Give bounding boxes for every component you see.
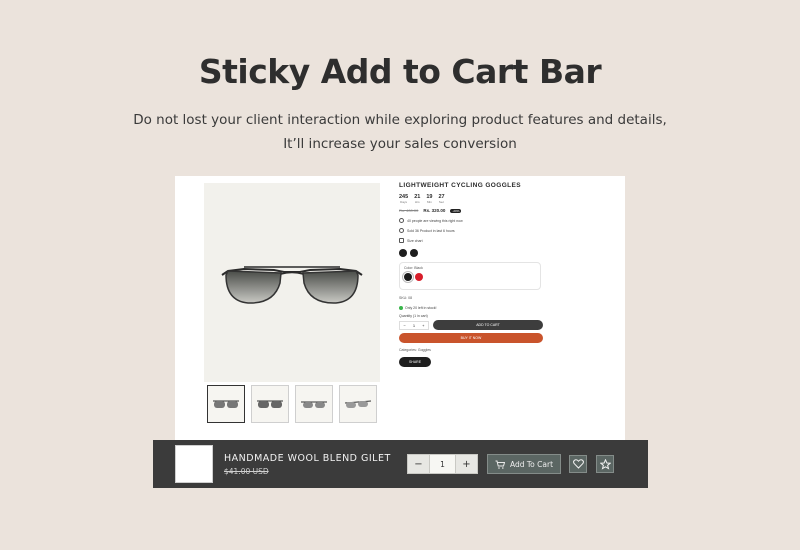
- heart-icon: [572, 459, 584, 469]
- sunglasses-image: [221, 266, 363, 304]
- old-price: Rs. 400.00: [399, 208, 419, 213]
- minus-icon: −: [403, 322, 406, 328]
- stock-notice: Only 20 left in stock!: [399, 306, 543, 310]
- star-icon: [599, 458, 611, 470]
- cart-icon: [495, 460, 505, 469]
- hero-title: Sticky Add to Cart Bar: [198, 52, 602, 91]
- sticky-product-thumbnail: [175, 445, 213, 483]
- sticky-add-to-cart-button[interactable]: Add To Cart: [487, 454, 561, 474]
- variant-swatch-2[interactable]: [410, 249, 418, 257]
- variant-swatches: [399, 249, 543, 257]
- color-selector: Color: Black: [399, 262, 541, 290]
- buy-now-button[interactable]: BUY IT NOW: [399, 333, 543, 343]
- thumbnail-strip: [207, 385, 377, 423]
- ruler-icon: [399, 238, 404, 243]
- thumbnail-2[interactable]: [251, 385, 289, 423]
- add-to-cart-button[interactable]: ADD TO CART: [433, 320, 543, 330]
- discount-badge: -20%: [450, 208, 462, 213]
- in-stock-dot-icon: [399, 306, 403, 310]
- color-swatch-red[interactable]: [415, 273, 423, 281]
- sticky-product-price: $41.00 USD: [224, 466, 269, 476]
- quantity-stepper[interactable]: −1 +: [399, 320, 429, 330]
- sticky-product-title: HANDMADE WOOL BLEND GILET: [224, 452, 391, 464]
- sticky-add-to-cart-bar: HANDMADE WOOL BLEND GILET $41.00 USD − 1…: [153, 440, 648, 488]
- sale-price: Rs. 320.00: [423, 208, 446, 213]
- sku: SKU: 08: [399, 296, 413, 300]
- quantity-value[interactable]: 1: [430, 454, 455, 474]
- share-button[interactable]: SHARE: [399, 357, 431, 367]
- viewers-notice: 40 people are viewing this right now: [399, 218, 543, 223]
- categories: Categories: Goggles: [399, 348, 431, 352]
- hero-subtitle-line2: It’ll increase your sales conversion: [283, 136, 517, 152]
- thumbnail-1[interactable]: [207, 385, 245, 423]
- thumbnail-3[interactable]: [295, 385, 333, 423]
- product-title: LIGHTWEIGHT CYCLING GOGGLES: [399, 182, 522, 189]
- thumbnail-4[interactable]: [339, 385, 377, 423]
- hero-subtitle: Do not lost your client interaction whil…: [0, 108, 800, 156]
- size-chart-link[interactable]: Size chart: [399, 238, 543, 243]
- countdown-days: 245 Days: [399, 194, 409, 204]
- quantity-label: Quantity (1 in cart): [399, 314, 428, 318]
- color-swatch-black[interactable]: [402, 271, 414, 283]
- wishlist-button[interactable]: [569, 455, 587, 473]
- quantity-minus-button[interactable]: −: [407, 454, 430, 474]
- product-main-image[interactable]: [204, 183, 380, 382]
- countdown-seconds: 27 Sec: [438, 194, 445, 204]
- product-info: LIGHTWEIGHT CYCLING GOGGLES 245 Days 21 Hr…: [399, 182, 543, 367]
- countdown-minutes: 19 Min: [426, 194, 433, 204]
- countdown-hours: 21 Hrs: [414, 194, 421, 204]
- quantity-plus-button[interactable]: +: [455, 454, 478, 474]
- color-label: Color: Black: [404, 266, 423, 270]
- sold-notice: Sold 36 Product in last 6 hours: [399, 228, 543, 233]
- fire-icon: [399, 228, 404, 233]
- variant-swatch-1[interactable]: [399, 249, 407, 257]
- hero-subtitle-line1: Do not lost your client interaction whil…: [133, 112, 667, 128]
- countdown-timer: 245 Days 21 Hrs 19 Min 27 Sec: [399, 194, 543, 204]
- price-row: Rs. 400.00 Rs. 320.00 -20%: [399, 208, 543, 213]
- eye-icon: [399, 218, 404, 223]
- product-page-preview: LIGHTWEIGHT CYCLING GOGGLES 245 Days 21 Hr…: [175, 176, 625, 466]
- plus-icon: +: [422, 322, 425, 328]
- compare-button[interactable]: [596, 455, 614, 473]
- sticky-add-to-cart-label: Add To Cart: [509, 459, 554, 469]
- sticky-quantity-stepper: − 1 +: [407, 454, 478, 474]
